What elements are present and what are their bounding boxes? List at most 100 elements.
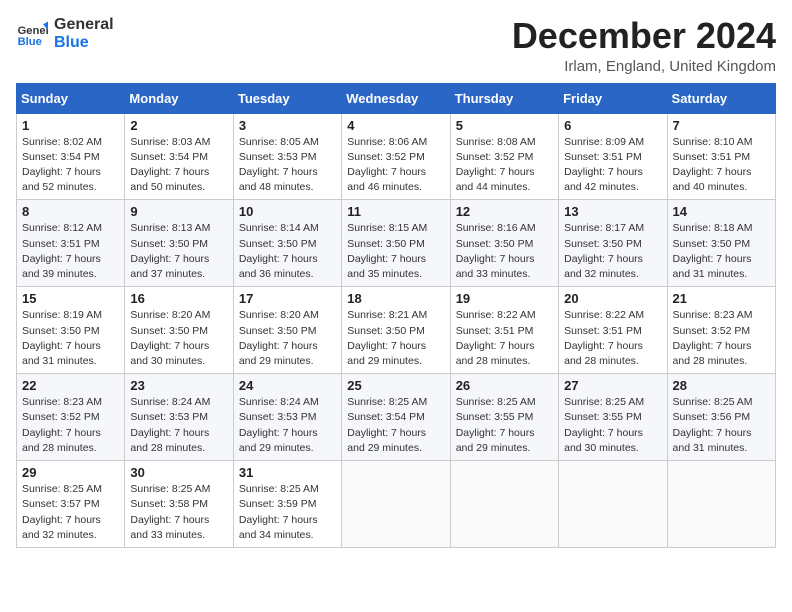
day-info: Sunrise: 8:06 AMSunset: 3:52 PMDaylight:… (347, 135, 444, 196)
day-number: 28 (673, 378, 770, 393)
day-info: Sunrise: 8:03 AMSunset: 3:54 PMDaylight:… (130, 135, 227, 196)
week-row-3: 15Sunrise: 8:19 AMSunset: 3:50 PMDayligh… (17, 287, 776, 374)
weekday-header-friday: Friday (559, 83, 667, 113)
day-number: 24 (239, 378, 336, 393)
week-row-4: 22Sunrise: 8:23 AMSunset: 3:52 PMDayligh… (17, 374, 776, 461)
day-info: Sunrise: 8:12 AMSunset: 3:51 PMDaylight:… (22, 221, 119, 282)
calendar-cell: 21 Sunrise: 8:23 AMSunset: 3:52 PMDayligh… (667, 287, 775, 374)
day-number: 6 (564, 118, 661, 133)
day-info: Sunrise: 8:25 AMSunset: 3:56 PMDaylight:… (673, 395, 770, 456)
calendar-cell: 26 Sunrise: 8:25 AMSunset: 3:55 PMDayligh… (450, 374, 558, 461)
logo-icon: General Blue (16, 18, 48, 50)
day-number: 4 (347, 118, 444, 133)
calendar-cell: 13Sunrise: 8:17 AMSunset: 3:50 PMDayligh… (559, 200, 667, 287)
day-info: Sunrise: 8:13 AMSunset: 3:50 PMDaylight:… (130, 221, 227, 282)
day-info: Sunrise: 8:25 AMSunset: 3:59 PMDaylight:… (239, 482, 336, 543)
calendar-cell: 4 Sunrise: 8:06 AMSunset: 3:52 PMDaylight… (342, 113, 450, 200)
weekday-header-monday: Monday (125, 83, 233, 113)
day-info: Sunrise: 8:09 AMSunset: 3:51 PMDaylight:… (564, 135, 661, 196)
day-info: Sunrise: 8:25 AMSunset: 3:55 PMDaylight:… (456, 395, 553, 456)
calendar-cell: 14Sunrise: 8:18 AMSunset: 3:50 PMDayligh… (667, 200, 775, 287)
calendar-cell: 9 Sunrise: 8:13 AMSunset: 3:50 PMDaylight… (125, 200, 233, 287)
weekday-header-wednesday: Wednesday (342, 83, 450, 113)
day-number: 20 (564, 291, 661, 306)
svg-text:Blue: Blue (18, 37, 42, 49)
day-number: 3 (239, 118, 336, 133)
day-number: 30 (130, 465, 227, 480)
calendar-cell: 16 Sunrise: 8:20 AMSunset: 3:50 PMDayligh… (125, 287, 233, 374)
day-number: 16 (130, 291, 227, 306)
day-info: Sunrise: 8:20 AMSunset: 3:50 PMDaylight:… (130, 308, 227, 369)
calendar-cell (450, 461, 558, 548)
calendar-cell: 17 Sunrise: 8:20 AMSunset: 3:50 PMDayligh… (233, 287, 341, 374)
logo-line1: General (54, 16, 114, 34)
week-row-5: 29 Sunrise: 8:25 AMSunset: 3:57 PMDayligh… (17, 461, 776, 548)
day-info: Sunrise: 8:05 AMSunset: 3:53 PMDaylight:… (239, 135, 336, 196)
day-number: 2 (130, 118, 227, 133)
calendar-cell (342, 461, 450, 548)
day-info: Sunrise: 8:25 AMSunset: 3:58 PMDaylight:… (130, 482, 227, 543)
logo-line2: Blue (54, 34, 114, 52)
calendar-cell: 2 Sunrise: 8:03 AMSunset: 3:54 PMDaylight… (125, 113, 233, 200)
calendar-cell: 1 Sunrise: 8:02 AMSunset: 3:54 PMDaylight… (17, 113, 125, 200)
day-info: Sunrise: 8:18 AMSunset: 3:50 PMDaylight:… (673, 221, 770, 282)
calendar-table: SundayMondayTuesdayWednesdayThursdayFrid… (16, 83, 776, 548)
month-title: December 2024 (512, 16, 776, 56)
weekday-header-saturday: Saturday (667, 83, 775, 113)
weekday-header-sunday: Sunday (17, 83, 125, 113)
day-info: Sunrise: 8:22 AMSunset: 3:51 PMDaylight:… (564, 308, 661, 369)
calendar-cell: 10Sunrise: 8:14 AMSunset: 3:50 PMDayligh… (233, 200, 341, 287)
calendar-cell: 20 Sunrise: 8:22 AMSunset: 3:51 PMDayligh… (559, 287, 667, 374)
calendar-cell: 15Sunrise: 8:19 AMSunset: 3:50 PMDayligh… (17, 287, 125, 374)
day-info: Sunrise: 8:25 AMSunset: 3:57 PMDaylight:… (22, 482, 119, 543)
weekday-header-thursday: Thursday (450, 83, 558, 113)
calendar-cell: 19Sunrise: 8:22 AMSunset: 3:51 PMDayligh… (450, 287, 558, 374)
calendar-cell: 27 Sunrise: 8:25 AMSunset: 3:55 PMDayligh… (559, 374, 667, 461)
calendar-cell: 11 Sunrise: 8:15 AMSunset: 3:50 PMDayligh… (342, 200, 450, 287)
day-number: 26 (456, 378, 553, 393)
calendar-cell: 5 Sunrise: 8:08 AMSunset: 3:52 PMDaylight… (450, 113, 558, 200)
day-number: 12 (456, 204, 553, 219)
week-row-2: 8Sunrise: 8:12 AMSunset: 3:51 PMDaylight… (17, 200, 776, 287)
day-info: Sunrise: 8:24 AMSunset: 3:53 PMDaylight:… (239, 395, 336, 456)
day-info: Sunrise: 8:02 AMSunset: 3:54 PMDaylight:… (22, 135, 119, 196)
day-number: 5 (456, 118, 553, 133)
calendar-cell (559, 461, 667, 548)
day-number: 9 (130, 204, 227, 219)
day-info: Sunrise: 8:23 AMSunset: 3:52 PMDaylight:… (673, 308, 770, 369)
title-block: December 2024 Irlam, England, United Kin… (512, 16, 776, 75)
day-number: 27 (564, 378, 661, 393)
day-info: Sunrise: 8:22 AMSunset: 3:51 PMDaylight:… (456, 308, 553, 369)
calendar-cell: 31 Sunrise: 8:25 AMSunset: 3:59 PMDayligh… (233, 461, 341, 548)
day-info: Sunrise: 8:16 AMSunset: 3:50 PMDaylight:… (456, 221, 553, 282)
day-number: 11 (347, 204, 444, 219)
day-info: Sunrise: 8:08 AMSunset: 3:52 PMDaylight:… (456, 135, 553, 196)
calendar-cell (667, 461, 775, 548)
logo: General Blue General Blue (16, 16, 114, 53)
day-number: 31 (239, 465, 336, 480)
day-info: Sunrise: 8:24 AMSunset: 3:53 PMDaylight:… (130, 395, 227, 456)
day-info: Sunrise: 8:25 AMSunset: 3:55 PMDaylight:… (564, 395, 661, 456)
day-number: 29 (22, 465, 119, 480)
day-info: Sunrise: 8:17 AMSunset: 3:50 PMDaylight:… (564, 221, 661, 282)
calendar-cell: 24 Sunrise: 8:24 AMSunset: 3:53 PMDayligh… (233, 374, 341, 461)
day-number: 23 (130, 378, 227, 393)
calendar-cell: 22Sunrise: 8:23 AMSunset: 3:52 PMDayligh… (17, 374, 125, 461)
day-info: Sunrise: 8:25 AMSunset: 3:54 PMDaylight:… (347, 395, 444, 456)
calendar-cell: 12 Sunrise: 8:16 AMSunset: 3:50 PMDayligh… (450, 200, 558, 287)
day-info: Sunrise: 8:15 AMSunset: 3:50 PMDaylight:… (347, 221, 444, 282)
calendar-cell: 23 Sunrise: 8:24 AMSunset: 3:53 PMDayligh… (125, 374, 233, 461)
day-info: Sunrise: 8:20 AMSunset: 3:50 PMDaylight:… (239, 308, 336, 369)
day-number: 17 (239, 291, 336, 306)
calendar-cell: 25 Sunrise: 8:25 AMSunset: 3:54 PMDayligh… (342, 374, 450, 461)
day-info: Sunrise: 8:10 AMSunset: 3:51 PMDaylight:… (673, 135, 770, 196)
svg-text:General: General (18, 25, 48, 37)
day-number: 25 (347, 378, 444, 393)
day-number: 18 (347, 291, 444, 306)
day-info: Sunrise: 8:19 AMSunset: 3:50 PMDaylight:… (22, 308, 119, 369)
calendar-cell: 29 Sunrise: 8:25 AMSunset: 3:57 PMDayligh… (17, 461, 125, 548)
day-number: 1 (22, 118, 119, 133)
day-number: 22 (22, 378, 119, 393)
calendar-cell: 7Sunrise: 8:10 AMSunset: 3:51 PMDaylight… (667, 113, 775, 200)
day-number: 21 (673, 291, 770, 306)
